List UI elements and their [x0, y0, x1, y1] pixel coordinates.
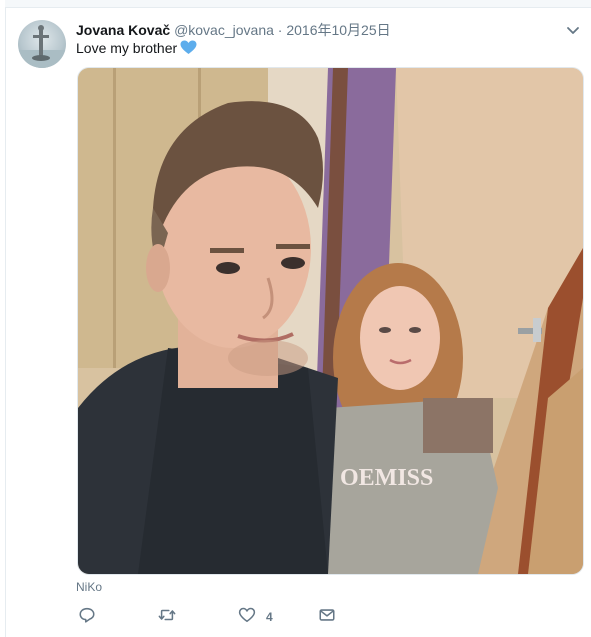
display-name[interactable]: Jovana Kovač: [76, 22, 170, 38]
svg-text:OEMISS: OEMISS: [340, 465, 433, 491]
tweet-text-content: Love my brother: [76, 40, 178, 56]
retweet-button[interactable]: [158, 607, 176, 627]
heart-icon: [238, 606, 256, 629]
direct-message-button[interactable]: [318, 607, 336, 627]
tagged-user[interactable]: NiKo: [76, 580, 102, 594]
chevron-down-icon[interactable]: [565, 22, 581, 38]
top-divider: [5, 0, 591, 8]
tweet-header: Jovana Kovač @kovac_jovana · 2016年10月25日: [76, 21, 391, 39]
envelope-icon: [318, 606, 336, 629]
like-button[interactable]: 4: [238, 607, 273, 627]
blue-heart-emoji-icon: [180, 40, 197, 55]
reply-button[interactable]: [78, 607, 96, 627]
retweet-icon: [158, 606, 176, 629]
like-count: 4: [266, 610, 273, 624]
avatar[interactable]: [18, 20, 66, 68]
tweet-date[interactable]: 2016年10月25日: [286, 22, 390, 38]
tweet[interactable]: Jovana Kovač @kovac_jovana · 2016年10月25日…: [6, 8, 591, 637]
tweet-text: Love my brother: [76, 39, 197, 57]
user-handle[interactable]: @kovac_jovana: [174, 22, 274, 38]
separator: ·: [277, 22, 283, 38]
reply-icon: [78, 606, 96, 629]
tweet-media-photo[interactable]: OEMISS: [77, 67, 584, 575]
